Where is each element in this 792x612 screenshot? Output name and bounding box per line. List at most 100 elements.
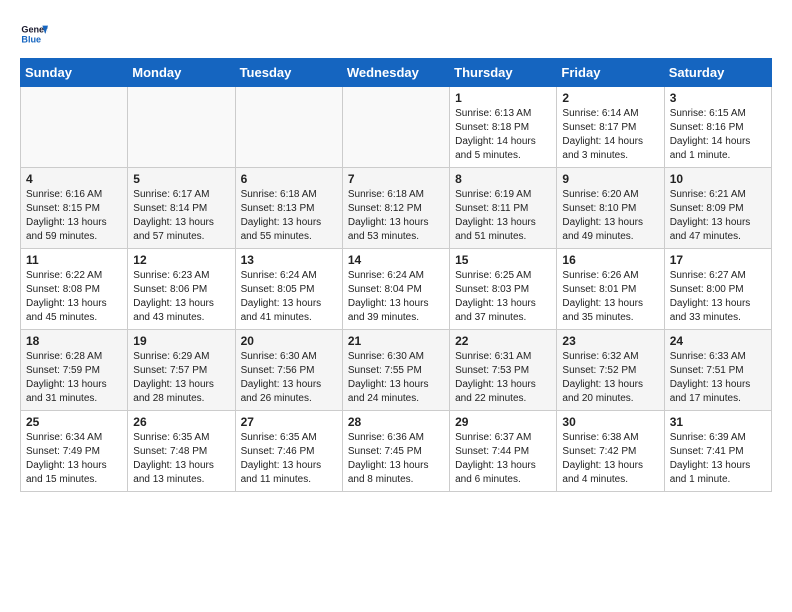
calendar-cell: 14 Sunrise: 6:24 AM Sunset: 8:04 PM Dayli… <box>342 249 449 330</box>
calendar-cell <box>235 87 342 168</box>
day-number: 9 <box>562 172 658 186</box>
calendar-cell: 11Sunrise: 6:22 AM Sunset: 8:08 PM Dayli… <box>21 249 128 330</box>
calendar-cell: 15 Sunrise: 6:25 AM Sunset: 8:03 PM Dayli… <box>450 249 557 330</box>
day-info: Sunrise: 6:31 AM Sunset: 7:53 PM Dayligh… <box>455 350 551 406</box>
logo: General Blue <box>20 20 52 48</box>
day-info: Sunrise: 6:34 AM Sunset: 7:49 PM Dayligh… <box>26 431 122 487</box>
calendar-cell: 7 Sunrise: 6:18 AM Sunset: 8:12 PM Daylig… <box>342 168 449 249</box>
day-info: Sunrise: 6:26 AM Sunset: 8:01 PM Dayligh… <box>562 269 658 325</box>
day-info: Sunrise: 6:25 AM Sunset: 8:03 PM Dayligh… <box>455 269 551 325</box>
logo-icon: General Blue <box>20 20 48 48</box>
day-number: 23 <box>562 334 658 348</box>
weekday-header: Tuesday <box>235 59 342 87</box>
day-info: Sunrise: 6:13 AM Sunset: 8:18 PM Dayligh… <box>455 107 551 163</box>
weekday-header: Thursday <box>450 59 557 87</box>
calendar-header: SundayMondayTuesdayWednesdayThursdayFrid… <box>21 59 772 87</box>
day-number: 18 <box>26 334 122 348</box>
calendar-cell: 4 Sunrise: 6:16 AM Sunset: 8:15 PM Daylig… <box>21 168 128 249</box>
day-number: 21 <box>348 334 444 348</box>
day-number: 2 <box>562 91 658 105</box>
day-number: 1 <box>455 91 551 105</box>
day-number: 29 <box>455 415 551 429</box>
calendar-week: 18 Sunrise: 6:28 AM Sunset: 7:59 PM Dayli… <box>21 330 772 411</box>
day-info: Sunrise: 6:23 AM Sunset: 8:06 PM Dayligh… <box>133 269 229 325</box>
day-info: Sunrise: 6:29 AM Sunset: 7:57 PM Dayligh… <box>133 350 229 406</box>
day-info: Sunrise: 6:30 AM Sunset: 7:56 PM Dayligh… <box>241 350 337 406</box>
day-info: Sunrise: 6:18 AM Sunset: 8:12 PM Dayligh… <box>348 188 444 244</box>
calendar-cell: 30 Sunrise: 6:38 AM Sunset: 7:42 PM Dayli… <box>557 411 664 492</box>
calendar-week: 4 Sunrise: 6:16 AM Sunset: 8:15 PM Daylig… <box>21 168 772 249</box>
day-number: 13 <box>241 253 337 267</box>
day-info: Sunrise: 6:35 AM Sunset: 7:46 PM Dayligh… <box>241 431 337 487</box>
weekday-header: Sunday <box>21 59 128 87</box>
day-info: Sunrise: 6:27 AM Sunset: 8:00 PM Dayligh… <box>670 269 766 325</box>
day-number: 20 <box>241 334 337 348</box>
calendar-cell: 29Sunrise: 6:37 AM Sunset: 7:44 PM Dayli… <box>450 411 557 492</box>
day-info: Sunrise: 6:39 AM Sunset: 7:41 PM Dayligh… <box>670 431 766 487</box>
calendar-cell: 22 Sunrise: 6:31 AM Sunset: 7:53 PM Dayli… <box>450 330 557 411</box>
calendar-week: 25Sunrise: 6:34 AM Sunset: 7:49 PM Dayli… <box>21 411 772 492</box>
day-number: 30 <box>562 415 658 429</box>
calendar-cell: 10Sunrise: 6:21 AM Sunset: 8:09 PM Dayli… <box>664 168 771 249</box>
day-info: Sunrise: 6:35 AM Sunset: 7:48 PM Dayligh… <box>133 431 229 487</box>
day-number: 27 <box>241 415 337 429</box>
calendar-week: 1 Sunrise: 6:13 AM Sunset: 8:18 PM Daylig… <box>21 87 772 168</box>
calendar-cell: 6 Sunrise: 6:18 AM Sunset: 8:13 PM Daylig… <box>235 168 342 249</box>
calendar-cell: 27 Sunrise: 6:35 AM Sunset: 7:46 PM Dayli… <box>235 411 342 492</box>
day-info: Sunrise: 6:36 AM Sunset: 7:45 PM Dayligh… <box>348 431 444 487</box>
calendar-cell: 26 Sunrise: 6:35 AM Sunset: 7:48 PM Dayli… <box>128 411 235 492</box>
svg-text:Blue: Blue <box>21 34 41 44</box>
calendar-cell: 20 Sunrise: 6:30 AM Sunset: 7:56 PM Dayli… <box>235 330 342 411</box>
day-info: Sunrise: 6:38 AM Sunset: 7:42 PM Dayligh… <box>562 431 658 487</box>
day-number: 14 <box>348 253 444 267</box>
day-info: Sunrise: 6:17 AM Sunset: 8:14 PM Dayligh… <box>133 188 229 244</box>
calendar-cell: 16 Sunrise: 6:26 AM Sunset: 8:01 PM Dayli… <box>557 249 664 330</box>
calendar-cell <box>128 87 235 168</box>
calendar-cell <box>342 87 449 168</box>
calendar-cell <box>21 87 128 168</box>
day-info: Sunrise: 6:28 AM Sunset: 7:59 PM Dayligh… <box>26 350 122 406</box>
calendar-cell: 5 Sunrise: 6:17 AM Sunset: 8:14 PM Daylig… <box>128 168 235 249</box>
day-info: Sunrise: 6:24 AM Sunset: 8:04 PM Dayligh… <box>348 269 444 325</box>
day-number: 4 <box>26 172 122 186</box>
day-number: 16 <box>562 253 658 267</box>
day-info: Sunrise: 6:18 AM Sunset: 8:13 PM Dayligh… <box>241 188 337 244</box>
calendar-cell: 31Sunrise: 6:39 AM Sunset: 7:41 PM Dayli… <box>664 411 771 492</box>
calendar-cell: 13 Sunrise: 6:24 AM Sunset: 8:05 PM Dayli… <box>235 249 342 330</box>
weekday-header: Monday <box>128 59 235 87</box>
weekday-header: Wednesday <box>342 59 449 87</box>
day-info: Sunrise: 6:32 AM Sunset: 7:52 PM Dayligh… <box>562 350 658 406</box>
calendar-table: SundayMondayTuesdayWednesdayThursdayFrid… <box>20 58 772 492</box>
day-number: 6 <box>241 172 337 186</box>
calendar-cell: 24Sunrise: 6:33 AM Sunset: 7:51 PM Dayli… <box>664 330 771 411</box>
day-info: Sunrise: 6:30 AM Sunset: 7:55 PM Dayligh… <box>348 350 444 406</box>
day-info: Sunrise: 6:15 AM Sunset: 8:16 PM Dayligh… <box>670 107 766 163</box>
calendar-cell: 12 Sunrise: 6:23 AM Sunset: 8:06 PM Dayli… <box>128 249 235 330</box>
calendar-week: 11Sunrise: 6:22 AM Sunset: 8:08 PM Dayli… <box>21 249 772 330</box>
calendar-cell: 19Sunrise: 6:29 AM Sunset: 7:57 PM Dayli… <box>128 330 235 411</box>
day-number: 7 <box>348 172 444 186</box>
day-info: Sunrise: 6:20 AM Sunset: 8:10 PM Dayligh… <box>562 188 658 244</box>
calendar-cell: 9 Sunrise: 6:20 AM Sunset: 8:10 PM Daylig… <box>557 168 664 249</box>
calendar-cell: 17Sunrise: 6:27 AM Sunset: 8:00 PM Dayli… <box>664 249 771 330</box>
calendar-cell: 1 Sunrise: 6:13 AM Sunset: 8:18 PM Daylig… <box>450 87 557 168</box>
day-number: 22 <box>455 334 551 348</box>
day-number: 26 <box>133 415 229 429</box>
day-number: 5 <box>133 172 229 186</box>
day-info: Sunrise: 6:19 AM Sunset: 8:11 PM Dayligh… <box>455 188 551 244</box>
calendar-cell: 2Sunrise: 6:14 AM Sunset: 8:17 PM Daylig… <box>557 87 664 168</box>
day-info: Sunrise: 6:21 AM Sunset: 8:09 PM Dayligh… <box>670 188 766 244</box>
day-info: Sunrise: 6:33 AM Sunset: 7:51 PM Dayligh… <box>670 350 766 406</box>
calendar-cell: 3Sunrise: 6:15 AM Sunset: 8:16 PM Daylig… <box>664 87 771 168</box>
weekday-header: Saturday <box>664 59 771 87</box>
calendar-cell: 23 Sunrise: 6:32 AM Sunset: 7:52 PM Dayli… <box>557 330 664 411</box>
day-info: Sunrise: 6:22 AM Sunset: 8:08 PM Dayligh… <box>26 269 122 325</box>
calendar-cell: 28Sunrise: 6:36 AM Sunset: 7:45 PM Dayli… <box>342 411 449 492</box>
day-number: 8 <box>455 172 551 186</box>
day-info: Sunrise: 6:24 AM Sunset: 8:05 PM Dayligh… <box>241 269 337 325</box>
header: General Blue <box>20 20 772 48</box>
calendar-cell: 8 Sunrise: 6:19 AM Sunset: 8:11 PM Daylig… <box>450 168 557 249</box>
day-number: 15 <box>455 253 551 267</box>
day-number: 12 <box>133 253 229 267</box>
day-info: Sunrise: 6:16 AM Sunset: 8:15 PM Dayligh… <box>26 188 122 244</box>
